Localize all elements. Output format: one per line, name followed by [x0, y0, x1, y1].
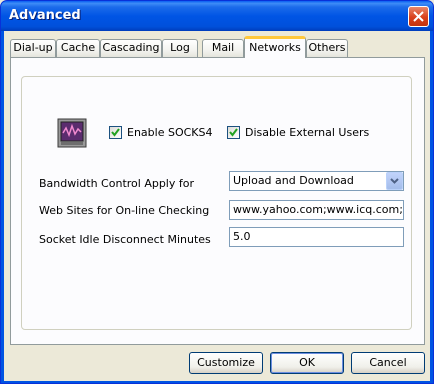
title-bar[interactable]: Advanced — [1, 1, 433, 31]
tab-dial-up[interactable]: Dial-up — [10, 39, 56, 57]
tab-others[interactable]: Others — [306, 39, 348, 57]
advanced-dialog: Advanced Dial-up Cache Cascading Log Mai… — [0, 0, 434, 384]
tab-cascading[interactable]: Cascading — [100, 39, 162, 57]
bandwidth-value: Upload and Download — [233, 174, 354, 187]
tab-label: Cascading — [102, 41, 160, 54]
websites-input[interactable]: www.yahoo.com;www.icq.com;www — [229, 200, 404, 220]
tab-label: Mail — [211, 41, 235, 54]
checkmark-icon — [111, 128, 120, 137]
close-button[interactable] — [408, 6, 429, 27]
bandwidth-dropdown-button[interactable] — [386, 172, 403, 190]
chevron-down-icon — [390, 178, 399, 184]
tab-label: Cache — [60, 41, 96, 54]
cancel-label: Cancel — [369, 356, 407, 369]
websites-value: www.yahoo.com;www.icq.com;www — [233, 203, 403, 216]
tab-cache[interactable]: Cache — [56, 39, 100, 57]
network-monitor-icon — [57, 118, 87, 148]
checkmark-icon — [229, 128, 238, 137]
tab-log[interactable]: Log — [162, 39, 198, 57]
tab-mail[interactable]: Mail — [202, 39, 244, 57]
ok-label: OK — [299, 356, 315, 369]
tab-label: Log — [170, 41, 190, 54]
idle-minutes-input[interactable]: 5.0 — [229, 227, 404, 247]
customize-button[interactable]: Customize — [189, 352, 263, 374]
disable-external-users-label: Disable External Users — [245, 126, 370, 139]
tab-networks[interactable]: Networks — [244, 36, 306, 58]
customize-label: Customize — [197, 356, 255, 369]
bandwidth-select[interactable]: Upload and Download — [229, 171, 404, 191]
enable-socks4-checkbox[interactable] — [109, 126, 122, 139]
websites-label: Web Sites for On-line Checking — [39, 204, 210, 217]
idle-minutes-value: 5.0 — [233, 230, 251, 243]
ok-button[interactable]: OK — [270, 352, 344, 374]
cancel-button[interactable]: Cancel — [351, 352, 425, 374]
networks-panel: Enable SOCKS4 Disable External Users Ban… — [10, 57, 425, 345]
tab-label: Dial-up — [13, 41, 53, 54]
bandwidth-label: Bandwidth Control Apply for — [39, 177, 194, 190]
idle-minutes-label: Socket Idle Disconnect Minutes — [39, 233, 211, 246]
disable-external-users-checkbox[interactable] — [227, 126, 240, 139]
tab-label: Networks — [249, 41, 301, 54]
enable-socks4-label: Enable SOCKS4 — [127, 126, 213, 139]
close-icon — [413, 11, 424, 22]
window-title: Advanced — [9, 8, 81, 23]
dialog-body: Dial-up Cache Cascading Log Mail Network… — [4, 31, 430, 381]
tab-label: Others — [308, 41, 346, 54]
